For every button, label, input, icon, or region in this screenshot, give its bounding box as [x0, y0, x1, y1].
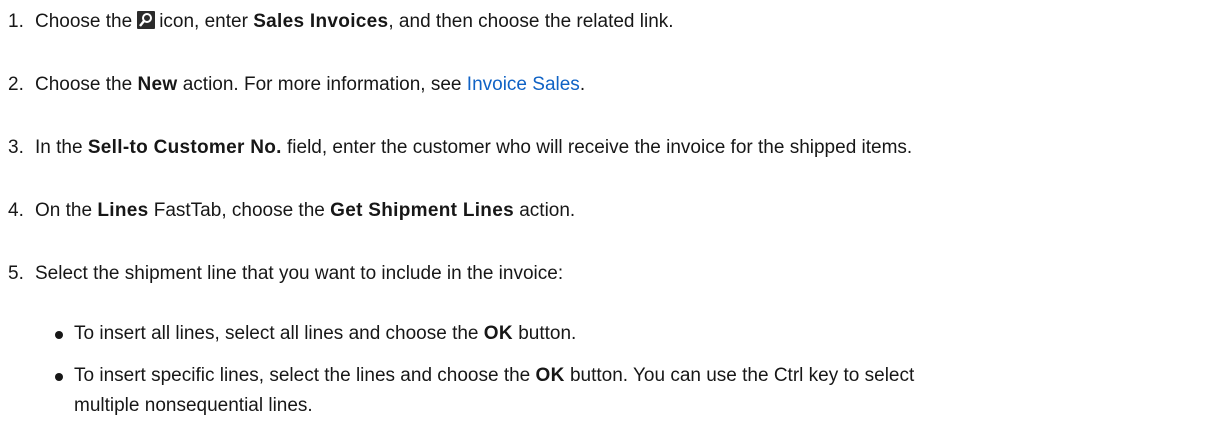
ui-term: Get Shipment Lines: [330, 200, 514, 221]
bullet-text: multiple nonsequential lines.: [74, 395, 313, 416]
step-text: field, enter the customer who will recei…: [287, 137, 913, 158]
step-number: 2.: [8, 74, 24, 95]
ui-term: Sell-to Customer No.: [87, 137, 282, 158]
bullet-text: To insert all lines, select all lines an…: [74, 323, 479, 344]
step-text: action. For more information, see: [182, 74, 462, 95]
step-text: In the: [35, 137, 83, 158]
ui-term: Sales Invoices: [253, 11, 389, 32]
step-text: On the: [35, 200, 93, 221]
bullet-text: button. You can use the Ctrl key to sele…: [569, 365, 915, 386]
step-text: icon, enter: [159, 11, 248, 32]
step-number: 5.: [8, 263, 24, 284]
step-text: , and then choose the related link.: [388, 11, 674, 32]
bullet-text: To insert specific lines, select the lin…: [74, 365, 531, 386]
bullet-dot-icon: [55, 331, 63, 339]
step-text: Choose the: [35, 11, 133, 32]
bullet-item-1: To insert all lines, select all lines an…: [55, 321, 576, 347]
ui-term: OK: [535, 365, 565, 386]
bullet-item-2: To insert specific lines, select the lin…: [55, 363, 914, 389]
invoice-sales-link[interactable]: Invoice Sales: [467, 74, 580, 95]
step-text: Choose the: [35, 74, 133, 95]
bullet-continuation: multiple nonsequential lines.: [74, 393, 313, 419]
step-number: 3.: [8, 137, 24, 158]
step-2: 2. Choose the New action. For more inform…: [8, 72, 585, 98]
step-number: 1.: [8, 11, 24, 32]
step-text: FastTab, choose the: [153, 200, 325, 221]
bullet-dot-icon: [55, 373, 63, 381]
step-text: action.: [519, 200, 576, 221]
bullet-text: button.: [518, 323, 577, 344]
step-text: .: [579, 74, 586, 95]
ui-term: OK: [483, 323, 513, 344]
search-icon: [137, 11, 156, 29]
step-number: 4.: [8, 200, 24, 221]
step-text: Select the shipment line that you want t…: [35, 263, 564, 284]
step-1: 1. Choose the icon, enter Sales Invoices, …: [8, 9, 674, 35]
step-5: 5. Select the shipment line that you want…: [8, 261, 563, 287]
step-3: 3. In the Sell-to Customer No. field, ent…: [8, 135, 912, 161]
ui-term: New: [137, 74, 178, 95]
ui-term: Lines: [97, 200, 149, 221]
step-4: 4. On the Lines FastTab, choose the Get S…: [8, 198, 575, 224]
